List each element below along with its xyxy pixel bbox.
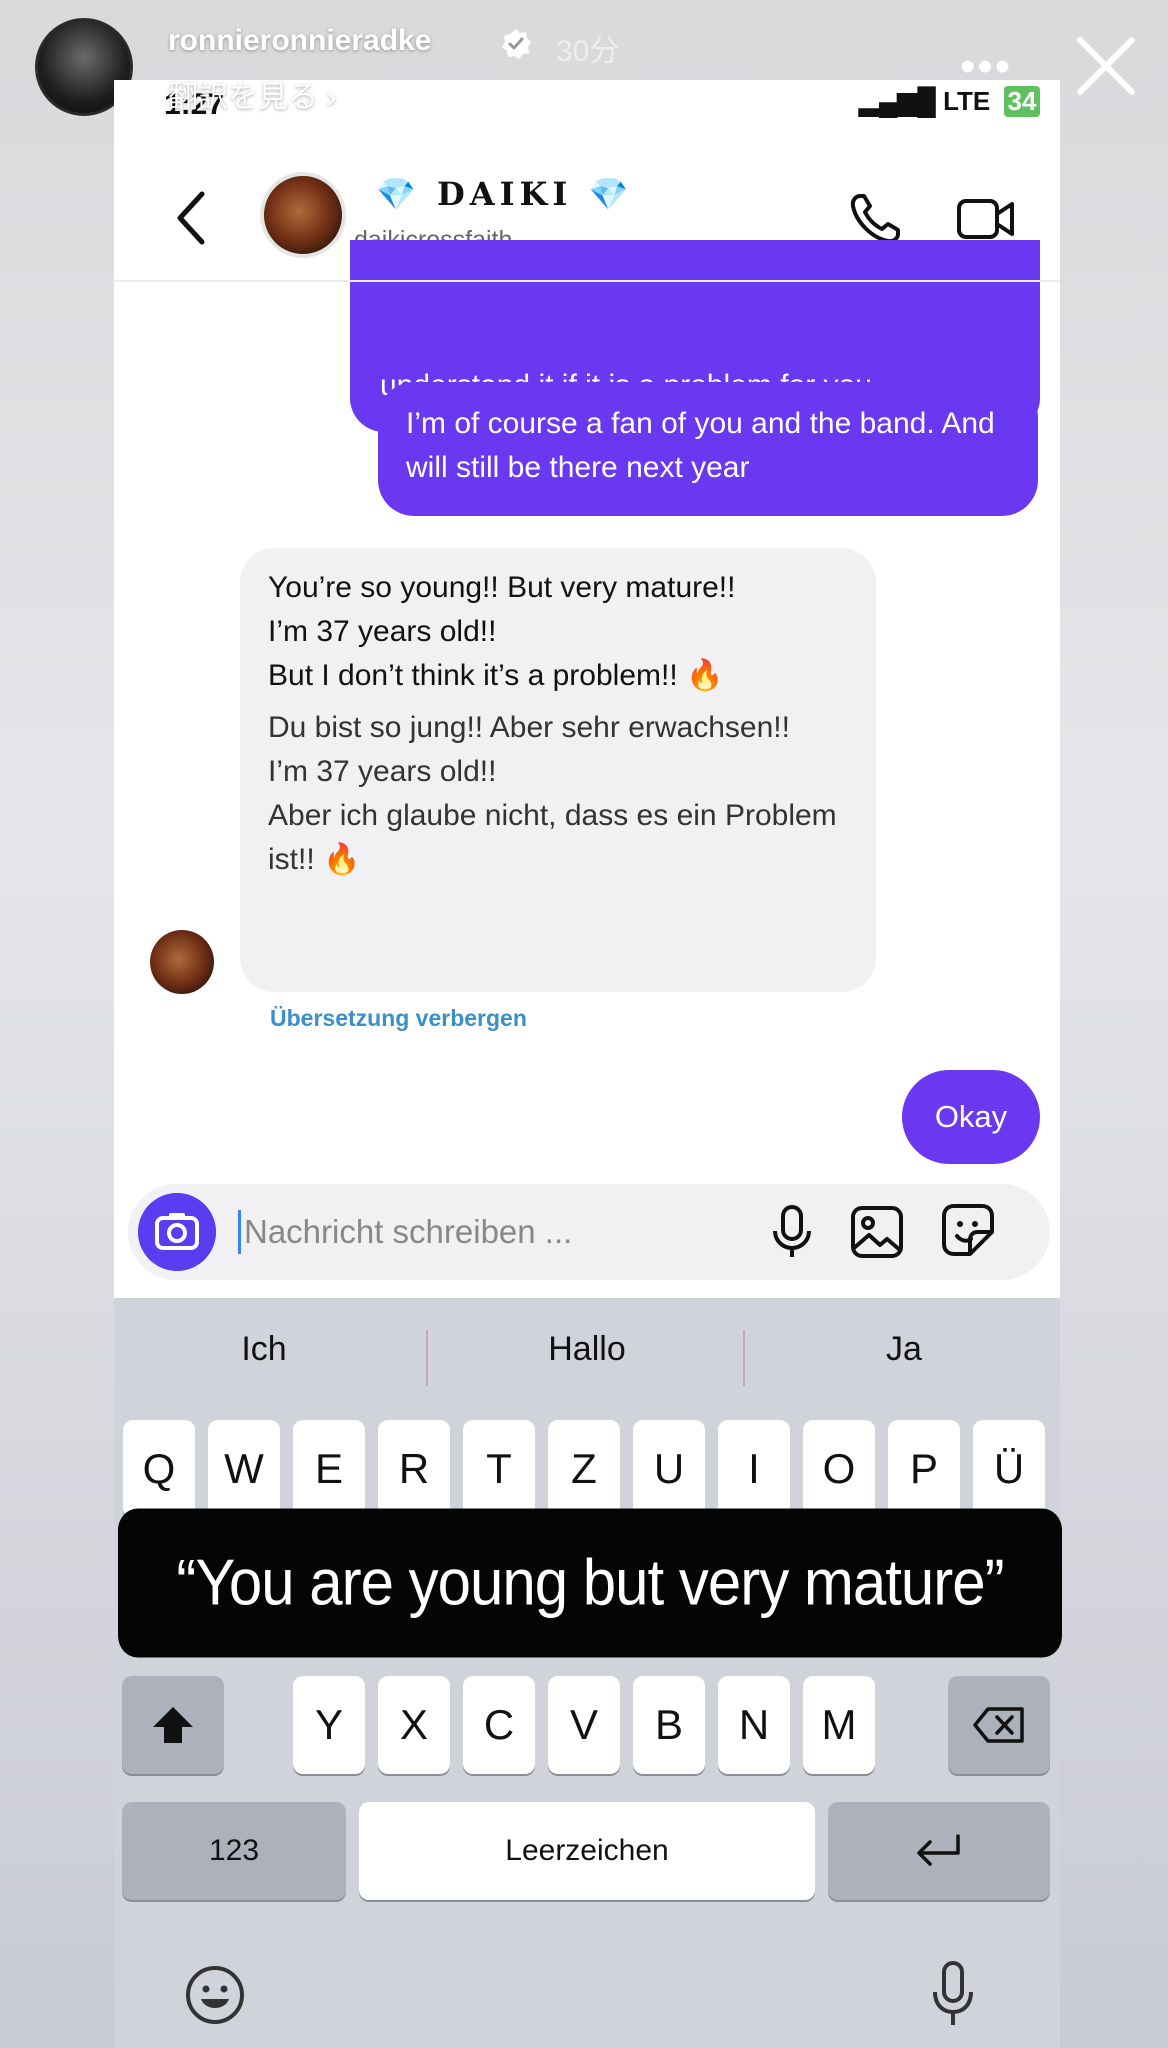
suggestion-divider — [426, 1330, 428, 1386]
message-bubble-incoming[interactable]: You’re so young!! But very mature!! I’m … — [240, 548, 876, 992]
key-w[interactable]: W — [208, 1420, 280, 1518]
key-e[interactable]: E — [293, 1420, 365, 1518]
story-timestamp: 30分 — [556, 35, 620, 68]
key-r[interactable]: R — [378, 1420, 450, 1518]
gallery-icon[interactable] — [849, 1204, 905, 1260]
backspace-key[interactable] — [948, 1676, 1050, 1774]
microphone-icon[interactable] — [768, 1204, 816, 1260]
emoji-keyboard-icon[interactable] — [184, 1964, 246, 2026]
translated-text: I’m 37 years old!! — [268, 755, 497, 788]
phone-call-icon[interactable] — [848, 192, 902, 246]
text-caret — [238, 1210, 241, 1254]
message-bubble-outgoing[interactable]: Okay — [902, 1070, 1040, 1164]
close-icon[interactable] — [1074, 34, 1138, 98]
more-dots-icon[interactable]: ••• — [960, 45, 1012, 89]
message-input[interactable] — [244, 1204, 624, 1260]
sender-avatar[interactable] — [150, 930, 214, 994]
space-key[interactable]: Leerzeichen — [359, 1802, 815, 1900]
key-v[interactable]: V — [548, 1676, 620, 1774]
key-q[interactable]: Q — [123, 1420, 195, 1518]
key-o[interactable]: O — [803, 1420, 875, 1518]
shift-arrow-icon — [153, 1707, 193, 1743]
camera-button[interactable] — [138, 1193, 216, 1271]
key-m[interactable]: M — [803, 1676, 875, 1774]
key-p[interactable]: P — [888, 1420, 960, 1518]
hide-translation-link[interactable]: Übersetzung verbergen — [270, 1005, 527, 1032]
back-chevron-icon[interactable] — [176, 190, 206, 246]
key-z[interactable]: Z — [548, 1420, 620, 1518]
message-text: But I don’t think it’s a problem!! 🔥 — [268, 659, 724, 692]
verified-badge-icon — [502, 29, 531, 59]
return-key[interactable] — [828, 1802, 1050, 1900]
translated-text: Du bist so jung!! Aber sehr erwachsen!! — [268, 711, 790, 744]
key-u-umlaut[interactable]: Ü — [973, 1420, 1045, 1518]
header-divider — [114, 280, 1060, 282]
key-x[interactable]: X — [378, 1676, 450, 1774]
key-u[interactable]: U — [633, 1420, 705, 1518]
key-y[interactable]: Y — [293, 1676, 365, 1774]
suggestion-item[interactable]: Hallo — [437, 1330, 737, 1369]
keyboard — [114, 1298, 1060, 2048]
translated-text: Aber ich glaube nicht, dass es ein Probl… — [268, 799, 837, 876]
suggestion-item[interactable]: Ja — [754, 1330, 1054, 1369]
key-n[interactable]: N — [718, 1676, 790, 1774]
story-caption-text: “You are young but very mature” — [118, 1508, 1062, 1658]
shared-screenshot: 1:27 ▂▄▆█ LTE 34 💎 DAIKI 💎 daikicrossfai… — [114, 80, 1060, 2048]
return-arrow-icon — [917, 1834, 960, 1866]
message-bubble-outgoing[interactable]: I’m of course a fan of you and the band.… — [378, 382, 1038, 516]
key-i[interactable]: I — [718, 1420, 790, 1518]
message-text: You’re so young!! But very mature!! — [268, 571, 736, 604]
suggestion-item[interactable]: Ich — [114, 1330, 414, 1369]
chat-contact-name[interactable]: 💎 DAIKI 💎 — [376, 175, 633, 213]
sticker-icon[interactable] — [940, 1202, 996, 1258]
suggestion-divider — [743, 1330, 745, 1386]
key-b[interactable]: B — [633, 1676, 705, 1774]
signal-icon: ▂▄▆█ — [859, 86, 936, 116]
see-translation-link[interactable]: 翻訳を見る › — [168, 72, 336, 116]
numbers-key[interactable]: 123 — [122, 1802, 346, 1900]
key-t[interactable]: T — [463, 1420, 535, 1518]
story-username[interactable]: ronnieronnieradke — [168, 24, 431, 58]
shift-key[interactable] — [122, 1676, 224, 1774]
status-indicators: ▂▄▆█ LTE 34 — [859, 86, 1041, 117]
key-c[interactable]: C — [463, 1676, 535, 1774]
backspace-icon — [973, 1707, 1024, 1743]
message-text: I’m 37 years old!! — [268, 615, 497, 648]
chat-avatar[interactable] — [260, 172, 346, 258]
dictation-mic-icon[interactable] — [930, 1960, 976, 2028]
video-call-icon[interactable] — [956, 192, 1016, 246]
